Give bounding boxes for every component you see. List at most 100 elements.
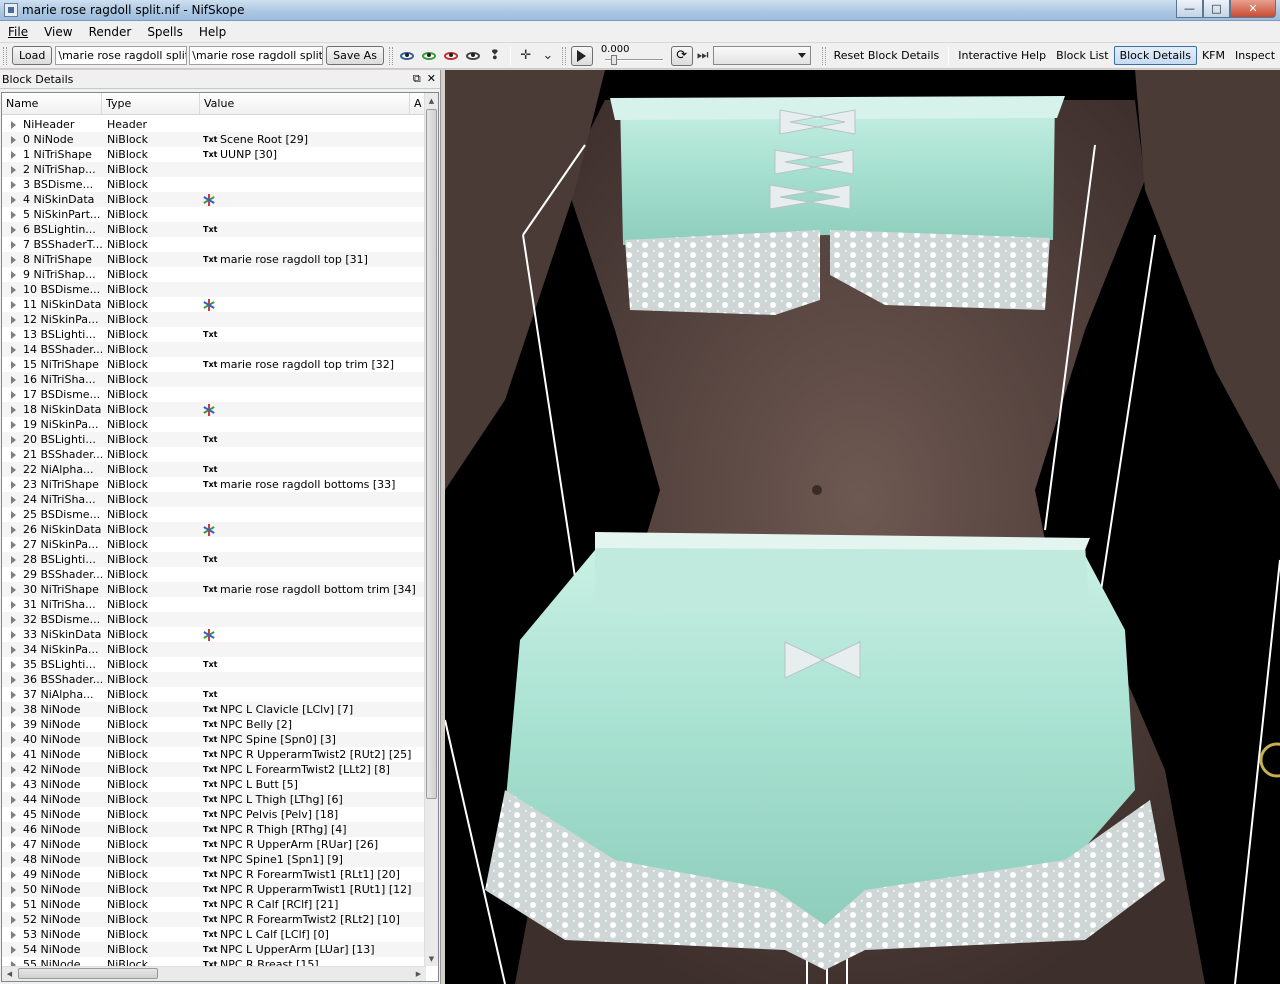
table-row[interactable]: 28 BSLighti... NiBlock Txt (2, 552, 426, 567)
table-row[interactable]: 15 NiTriShape NiBlock Txt marie rose ragdol… (2, 357, 426, 372)
expand-arrow-icon[interactable] (11, 855, 16, 864)
table-row[interactable]: 45 NiNode NiBlock Txt NPC Pelvis [Pelv] [18… (2, 807, 426, 822)
table-row[interactable]: 36 BSShader... NiBlock (2, 672, 426, 687)
column-value[interactable]: Value (200, 93, 410, 115)
table-row[interactable]: 27 NiSkinPa... NiBlock (2, 537, 426, 552)
table-row[interactable]: 9 NiTriShap... NiBlock (2, 267, 426, 282)
table-row[interactable]: 39 NiNode NiBlock Txt NPC Belly [2] (2, 717, 426, 732)
expand-arrow-icon[interactable] (11, 900, 16, 909)
menu-view[interactable]: View (36, 25, 80, 39)
switch-icon[interactable]: ⏭ (695, 46, 711, 66)
table-row[interactable]: 52 NiNode NiBlock Txt NPC R ForearmTwist2 [… (2, 912, 426, 927)
table-row[interactable]: 46 NiNode NiBlock Txt NPC R Thigh [RThg] [4… (2, 822, 426, 837)
table-row[interactable]: 8 NiTriShape NiBlock Txt marie rose ragdoll… (2, 252, 426, 267)
expand-arrow-icon[interactable] (11, 255, 16, 264)
column-type[interactable]: Type (102, 93, 200, 115)
expand-arrow-icon[interactable] (11, 540, 16, 549)
block-details-button[interactable]: Block Details (1113, 46, 1197, 65)
expand-arrow-icon[interactable] (11, 150, 16, 159)
menu-help[interactable]: Help (191, 25, 234, 39)
toolbar-grip-3[interactable] (561, 46, 566, 65)
expand-arrow-icon[interactable] (11, 225, 16, 234)
horizontal-scroll-thumb[interactable] (18, 968, 158, 979)
toolbar-grip[interactable] (3, 46, 7, 65)
expand-arrow-icon[interactable] (11, 210, 16, 219)
animation-select[interactable] (712, 46, 811, 65)
expand-arrow-icon[interactable] (11, 375, 16, 384)
expand-arrow-icon[interactable] (11, 240, 16, 249)
table-row[interactable]: 23 NiTriShape NiBlock Txt marie rose ragdol… (2, 477, 426, 492)
expand-arrow-icon[interactable] (11, 945, 16, 954)
block-tree[interactable]: Name Type Value A NiHeader Header 0 NiNode… (1, 92, 439, 982)
close-button[interactable]: ✕ (1230, 0, 1276, 18)
table-row[interactable]: 29 BSShader... NiBlock (2, 567, 426, 582)
expand-arrow-icon[interactable] (11, 405, 16, 414)
maximize-button[interactable]: □ (1203, 0, 1230, 18)
table-row[interactable]: 54 NiNode NiBlock Txt NPC L UpperArm [LUar]… (2, 942, 426, 957)
expand-arrow-icon[interactable] (11, 525, 16, 534)
save-path-field[interactable]: \marie rose ragdoll split.nif (189, 46, 324, 65)
expand-arrow-icon[interactable] (11, 750, 16, 759)
expand-arrow-icon[interactable] (11, 435, 16, 444)
render-viewport[interactable] (445, 70, 1280, 984)
expand-arrow-icon[interactable] (11, 420, 16, 429)
expand-arrow-icon[interactable] (11, 930, 16, 939)
expand-arrow-icon[interactable] (11, 450, 16, 459)
expand-arrow-icon[interactable] (11, 330, 16, 339)
table-row[interactable]: 2 NiTriShap... NiBlock (2, 162, 426, 177)
expand-arrow-icon[interactable] (11, 795, 16, 804)
minimize-button[interactable]: — (1176, 0, 1203, 18)
table-row[interactable]: 20 BSLighti... NiBlock Txt (2, 432, 426, 447)
expand-arrow-icon[interactable] (11, 660, 16, 669)
scroll-right-icon[interactable]: ▶ (411, 967, 426, 981)
expand-arrow-icon[interactable] (11, 675, 16, 684)
table-row[interactable]: 51 NiNode NiBlock Txt NPC R Calf [RClf] [21… (2, 897, 426, 912)
scroll-left-icon[interactable]: ◀ (2, 967, 17, 981)
table-row[interactable]: 44 NiNode NiBlock Txt NPC L Thigh [LThg] [6… (2, 792, 426, 807)
table-row[interactable]: 6 BSLightin... NiBlock Txt (2, 222, 426, 237)
expand-arrow-icon[interactable] (11, 495, 16, 504)
expand-arrow-icon[interactable] (11, 705, 16, 714)
table-row[interactable]: 1 NiTriShape NiBlock Txt UUNP [30] (2, 147, 426, 162)
table-row[interactable]: 5 NiSkinPart... NiBlock (2, 207, 426, 222)
table-row[interactable]: 35 BSLighti... NiBlock Txt (2, 657, 426, 672)
expand-arrow-icon[interactable] (11, 690, 16, 699)
expand-arrow-icon[interactable] (11, 615, 16, 624)
footprint-icon[interactable]: ❢ (484, 46, 506, 66)
chevron-down-icon[interactable]: ⌄ (537, 46, 559, 66)
axes-icon[interactable]: ✛ (515, 46, 537, 66)
expand-arrow-icon[interactable] (11, 555, 16, 564)
table-row[interactable]: 40 NiNode NiBlock Txt NPC Spine [Spn0] [3] (2, 732, 426, 747)
expand-arrow-icon[interactable] (11, 165, 16, 174)
expand-arrow-icon[interactable] (11, 825, 16, 834)
table-row[interactable]: 25 BSDisme... NiBlock (2, 507, 426, 522)
toolbar-grip-2[interactable] (388, 46, 393, 65)
expand-arrow-icon[interactable] (11, 135, 16, 144)
table-row[interactable]: 4 NiSkinData NiBlock (2, 192, 426, 207)
expand-arrow-icon[interactable] (11, 285, 16, 294)
inspect-button[interactable]: Inspect (1230, 46, 1280, 65)
expand-arrow-icon[interactable] (11, 720, 16, 729)
table-row[interactable]: 14 BSShader... NiBlock (2, 342, 426, 357)
expand-arrow-icon[interactable] (11, 120, 16, 129)
table-row[interactable]: 26 NiSkinData NiBlock (2, 522, 426, 537)
expand-arrow-icon[interactable] (11, 915, 16, 924)
table-row[interactable]: 34 NiSkinPa... NiBlock (2, 642, 426, 657)
menu-spells[interactable]: Spells (139, 25, 191, 39)
table-row[interactable]: 12 NiSkinPa... NiBlock (2, 312, 426, 327)
table-row[interactable]: 53 NiNode NiBlock Txt NPC L Calf [LClf] [0] (2, 927, 426, 942)
time-slider[interactable]: 0.000 (601, 44, 663, 67)
table-row[interactable]: 31 NiTriSha... NiBlock (2, 597, 426, 612)
load-path-field[interactable]: \marie rose ragdoll split.nif (55, 46, 188, 65)
table-row[interactable]: 16 NiTriSha... NiBlock (2, 372, 426, 387)
table-row[interactable]: 3 BSDisme... NiBlock (2, 177, 426, 192)
table-row[interactable]: 0 NiNode NiBlock Txt Scene Root [29] (2, 132, 426, 147)
expand-arrow-icon[interactable] (11, 600, 16, 609)
expand-arrow-icon[interactable] (11, 810, 16, 819)
expand-arrow-icon[interactable] (11, 315, 16, 324)
view-eye-green-icon[interactable] (418, 46, 440, 66)
table-row[interactable]: NiHeader Header (2, 117, 426, 132)
table-row[interactable]: 22 NiAlpha... NiBlock Txt (2, 462, 426, 477)
table-row[interactable]: 42 NiNode NiBlock Txt NPC L ForearmTwist2 [… (2, 762, 426, 777)
table-row[interactable]: 19 NiSkinPa... NiBlock (2, 417, 426, 432)
